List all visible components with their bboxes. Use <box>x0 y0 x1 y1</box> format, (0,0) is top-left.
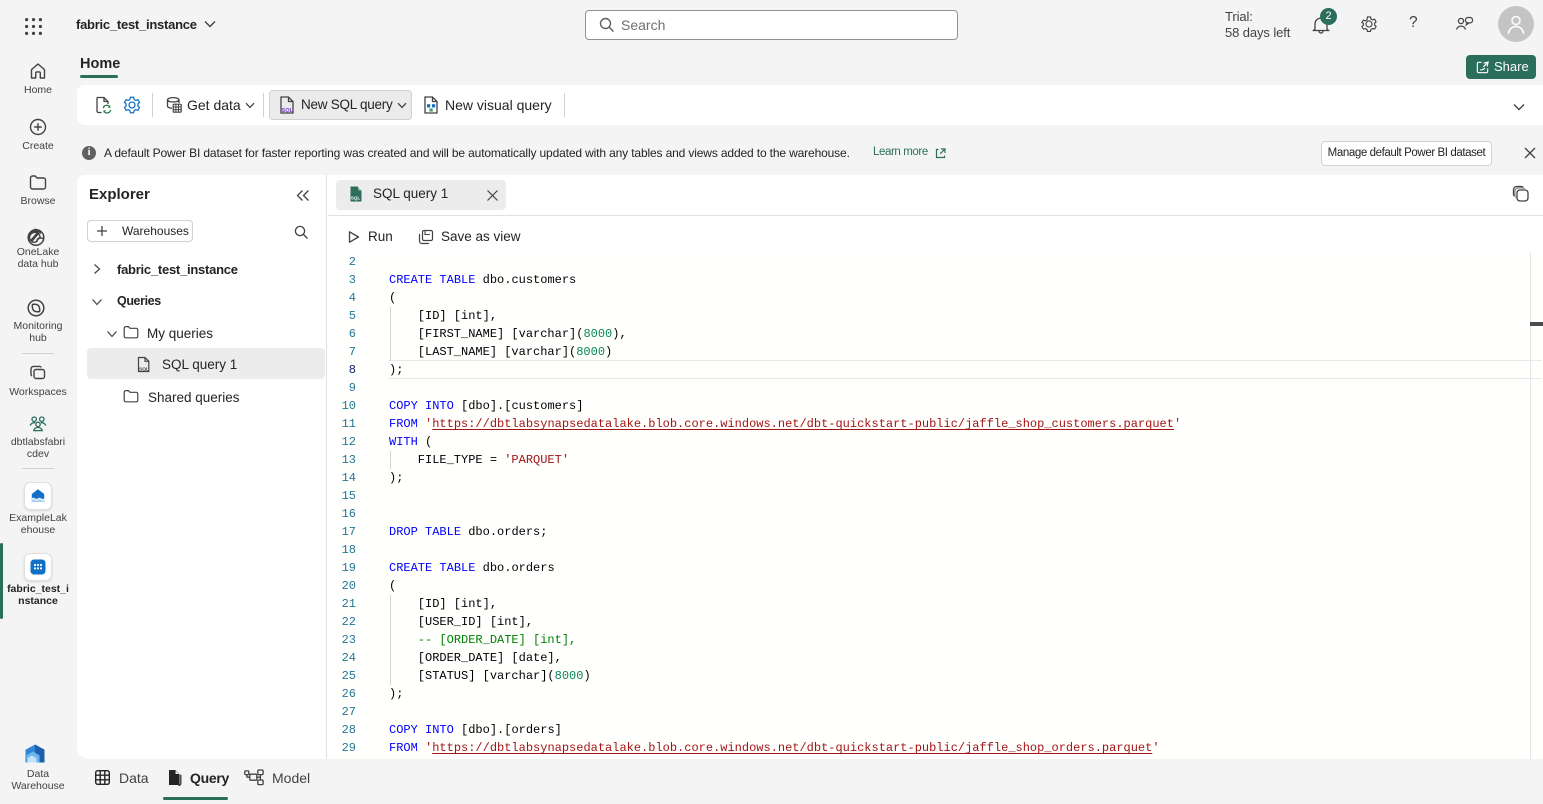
svg-text:SQL: SQL <box>139 366 149 372</box>
svg-text:SQL: SQL <box>351 196 361 201</box>
svg-text:SQL: SQL <box>282 108 294 114</box>
